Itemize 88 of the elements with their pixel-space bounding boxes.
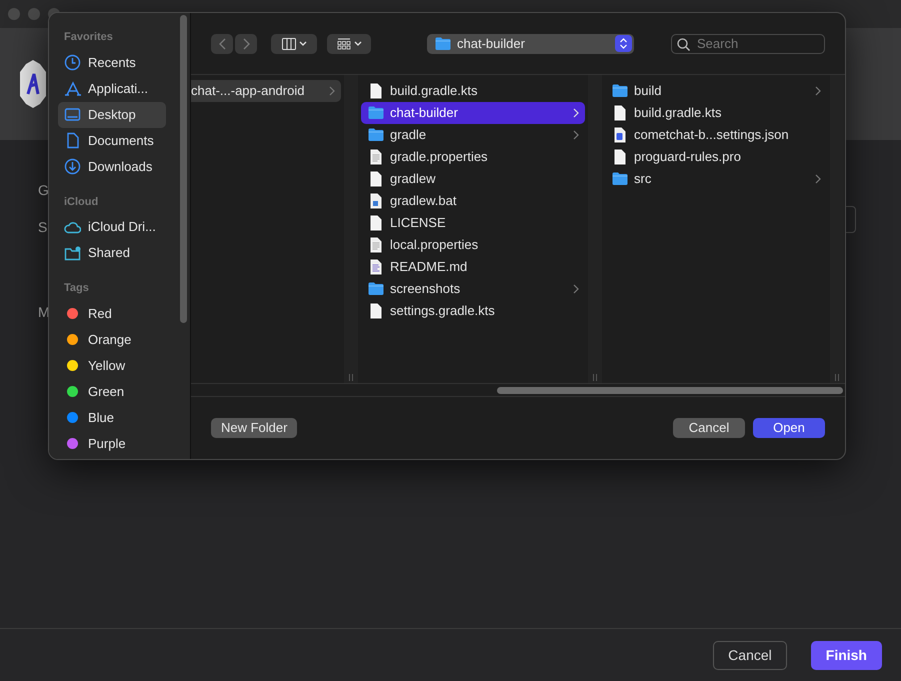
back-button[interactable] <box>211 34 233 54</box>
window-control[interactable] <box>8 8 20 20</box>
chevron-icon <box>354 40 362 46</box>
json-file-icon <box>612 127 628 143</box>
file-icon <box>612 105 628 121</box>
field-label: S <box>38 218 48 237</box>
clock-icon <box>64 54 81 71</box>
folder-icon <box>435 36 451 51</box>
file-row[interactable]: screenshots <box>361 278 585 300</box>
file-row[interactable]: chat-builder <box>361 102 585 124</box>
sidebar-item[interactable]: Purple <box>58 430 166 456</box>
forward-button[interactable] <box>235 34 257 54</box>
file-row[interactable]: LICENSE <box>361 212 585 234</box>
view-button[interactable] <box>271 34 317 54</box>
file-row[interactable]: settings.gradle.kts <box>361 300 585 322</box>
desktop-icon <box>64 106 81 123</box>
stepper-icon <box>615 35 632 52</box>
chevron-icon <box>298 40 306 46</box>
app-store-icon <box>64 80 81 97</box>
new-folder-button[interactable]: New Folder <box>211 418 298 438</box>
sidebar-item[interactable]: Orange <box>58 326 166 352</box>
file-row[interactable]: src <box>605 168 827 190</box>
location-popup[interactable]: chat-builder <box>427 34 634 54</box>
chevron-icon <box>573 284 579 294</box>
folder-icon <box>368 127 384 143</box>
text-file-icon <box>368 149 384 165</box>
text-file-icon <box>368 259 384 275</box>
sidebar-item[interactable]: Applicati... <box>58 76 166 102</box>
file-row[interactable]: README.md <box>361 256 585 278</box>
file-row[interactable]: build <box>605 80 827 102</box>
sidebar-item[interactable]: Desktop <box>58 102 166 128</box>
logo-icon <box>18 58 48 110</box>
resize-handle[interactable] <box>349 374 353 381</box>
file-row[interactable]: local.properties <box>361 234 585 256</box>
sidebar-item[interactable]: Downloads <box>58 154 166 180</box>
file-row[interactable]: gradlew.bat <box>361 190 585 212</box>
sidebar-item[interactable]: Shared <box>58 240 166 266</box>
chevron-icon <box>815 174 821 184</box>
cancel-button[interactable]: Cancel <box>713 640 787 670</box>
file-row[interactable]: gradle <box>361 124 585 146</box>
grid-icon <box>336 38 350 50</box>
file-row[interactable]: build.gradle.kts <box>605 102 827 124</box>
window-control[interactable] <box>28 8 40 20</box>
group-button[interactable] <box>327 34 371 54</box>
folder-icon <box>368 281 384 297</box>
resize-handle[interactable] <box>593 374 597 381</box>
file-row[interactable]: chat-...-app-android <box>191 80 341 102</box>
file-icon <box>612 149 628 165</box>
chevron-icon <box>573 108 579 118</box>
sidebar-item[interactable]: Recents <box>58 50 166 76</box>
sidebar-item[interactable]: Green <box>58 378 166 404</box>
field-label: G <box>38 181 49 200</box>
search-field[interactable]: Search <box>671 34 825 54</box>
scrollbar-thumb[interactable] <box>180 15 187 323</box>
columns-icon <box>282 38 296 50</box>
file-row[interactable]: gradlew <box>361 168 585 190</box>
section-header: Favorites <box>64 30 114 45</box>
file-icon <box>368 83 384 99</box>
file-icon <box>368 171 384 187</box>
sidebar-item[interactable]: iCloud Dri... <box>58 214 166 240</box>
script-file-icon <box>368 193 384 209</box>
file-icon <box>368 303 384 319</box>
folder-icon <box>612 83 628 99</box>
file-row[interactable]: gradle.properties <box>361 146 585 168</box>
file-row[interactable]: proguard-rules.pro <box>605 146 827 168</box>
sidebar-item[interactable]: Blue <box>58 404 166 430</box>
open-button[interactable]: Open <box>753 418 825 438</box>
sidebar-item[interactable]: Red <box>58 300 166 326</box>
file-row[interactable]: build.gradle.kts <box>361 80 585 102</box>
file-row[interactable]: cometchat-b...settings.json <box>605 124 827 146</box>
section-header: iCloud <box>64 194 100 210</box>
shared-folder-icon <box>64 244 81 262</box>
chevron-icon <box>329 86 335 96</box>
section-header: Tags <box>64 281 90 296</box>
search-icon <box>677 38 690 50</box>
finish-button[interactable]: Finish <box>810 640 882 670</box>
download-icon <box>64 158 81 175</box>
scrollbar-thumb[interactable] <box>497 387 843 394</box>
sidebar-item[interactable]: Yellow <box>58 352 166 378</box>
chevron-icon <box>815 86 821 96</box>
folder-icon <box>368 105 384 121</box>
resize-handle[interactable] <box>835 374 839 381</box>
sidebar-item[interactable]: Documents <box>58 128 166 154</box>
cancel-button[interactable]: Cancel <box>673 418 745 438</box>
chevron-icon <box>573 130 579 140</box>
text-file-icon <box>368 237 384 253</box>
file-icon <box>368 215 384 231</box>
folder-icon <box>612 171 628 187</box>
